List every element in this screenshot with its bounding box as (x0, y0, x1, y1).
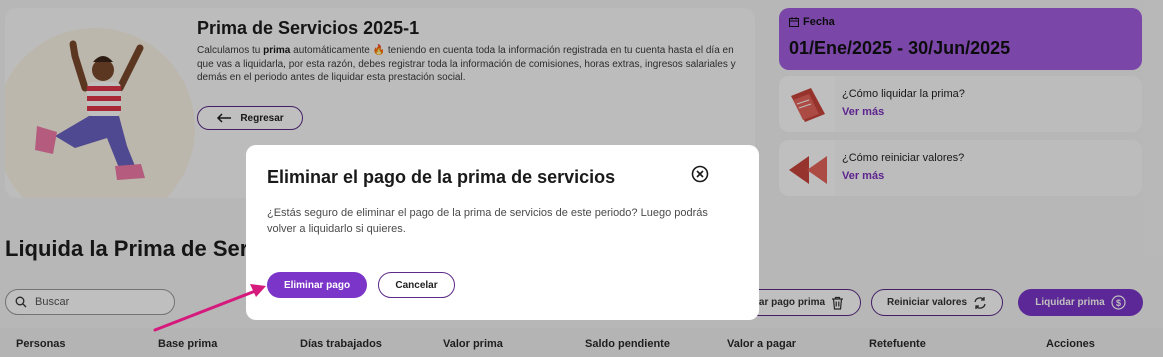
modal-message: ¿Estás seguro de eliminar el pago de la … (267, 207, 708, 235)
close-icon[interactable] (691, 165, 709, 183)
modal-title: Eliminar el pago de la prima de servicio… (267, 167, 616, 187)
cancel-button[interactable]: Cancelar (378, 272, 455, 298)
delete-confirm-modal: Eliminar el pago de la prima de servicio… (246, 145, 759, 320)
confirm-delete-button[interactable]: Eliminar pago (267, 272, 367, 298)
